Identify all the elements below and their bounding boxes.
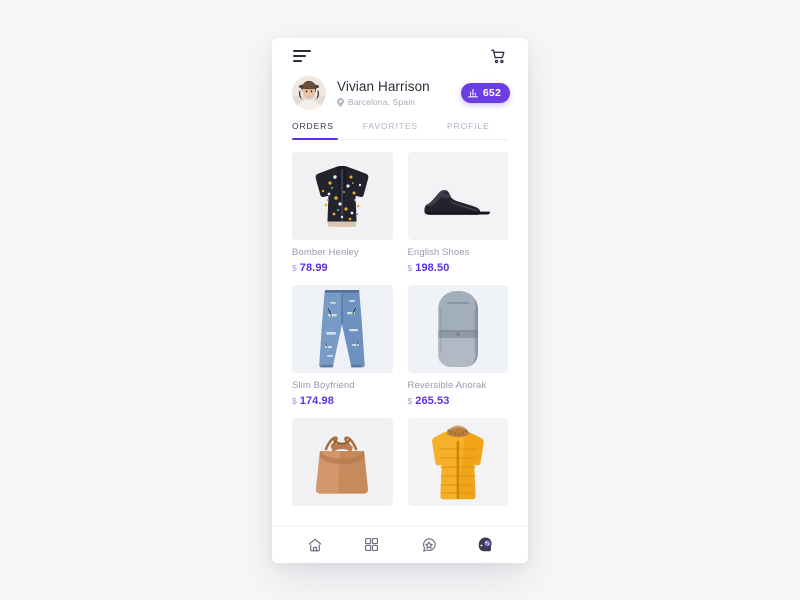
product-title: Slim Boyfriend [292,380,355,391]
price-amount: 174.98 [299,395,334,407]
product-price: $ 198.50 [408,262,509,275]
section-tabs: ORDERS FAVORITES PROFILE [272,110,528,140]
product-card[interactable] [407,418,508,506]
price-amount: 198.50 [415,262,450,274]
yellow-puffer-coat-photo [407,418,508,506]
grey-anorak-backpack-photo [407,285,508,373]
profile-name: Vivian Harrison [337,78,430,94]
tab-favorites[interactable]: FAVORITES [363,121,418,140]
score-badge[interactable]: 652 [460,83,510,103]
currency-symbol: $ [407,263,413,273]
currency-symbol: $ [292,396,297,406]
product-card[interactable]: Bomber Henley $ 78.99 [292,152,393,275]
product-card[interactable]: Slim Boyfriend $ 174.98 [292,285,393,408]
app-top-bar [272,38,528,74]
nav-home-button[interactable] [298,532,332,558]
price-amount: 78.99 [299,262,328,274]
active-tab-indicator [292,137,338,140]
score-badge-value: 652 [482,87,501,99]
phone-app-frame: Vivian Harrison Barcelona, Spain 652 ORD… [272,38,528,563]
floral-bomber-jacket-photo [292,152,393,240]
menu-line [293,55,306,57]
distressed-blue-jeans-photo [292,285,393,373]
home-icon [307,537,323,553]
bottom-navigation [272,525,528,563]
tan-leather-bucket-bag-photo [292,418,393,506]
location-pin-icon [337,97,344,107]
shopping-cart-icon[interactable] [490,48,507,65]
product-card[interactable] [292,418,393,506]
hamburger-menu-icon[interactable] [293,50,311,62]
profile-location-row: Barcelona, Spain [337,97,461,108]
product-card[interactable]: Reversible Anorak $ 265.53 [407,285,509,408]
grid-categories-icon [364,537,379,552]
product-price: $ 78.99 [292,262,393,275]
currency-symbol: $ [407,396,413,406]
product-title: English Shoes [407,247,470,258]
screenshot-stage: Vivian Harrison Barcelona, Spain 652 ORD… [0,0,800,600]
black-leather-dress-shoe-photo [407,152,508,240]
currency-symbol: $ [292,263,297,273]
menu-line [293,50,311,52]
product-title: Reversible Anorak [407,380,487,391]
product-price: $ 265.53 [408,395,509,408]
bar-chart-icon [468,88,478,98]
tab-profile[interactable]: PROFILE [447,121,490,140]
profile-location-text: Barcelona, Spain [348,96,416,107]
profile-text-block: Vivian Harrison Barcelona, Spain [337,79,461,108]
product-grid: Bomber Henley $ 78.99 English Shoes $ 19… [292,140,508,506]
nav-rewards-button[interactable] [412,532,446,558]
nav-profile-button[interactable] [469,532,503,558]
profile-header: Vivian Harrison Barcelona, Spain 652 [272,74,528,110]
profile-head-icon [477,536,494,553]
orders-scroll-area[interactable]: Bomber Henley $ 78.99 English Shoes $ 19… [272,140,528,525]
menu-line [293,60,302,62]
product-title: Bomber Henley [292,247,359,258]
star-badge-icon [421,537,437,553]
price-amount: 265.53 [415,395,450,407]
nav-categories-button[interactable] [355,532,389,558]
product-card[interactable]: English Shoes $ 198.50 [407,152,509,275]
product-price: $ 174.98 [292,395,393,408]
user-avatar-photo[interactable] [292,76,326,110]
